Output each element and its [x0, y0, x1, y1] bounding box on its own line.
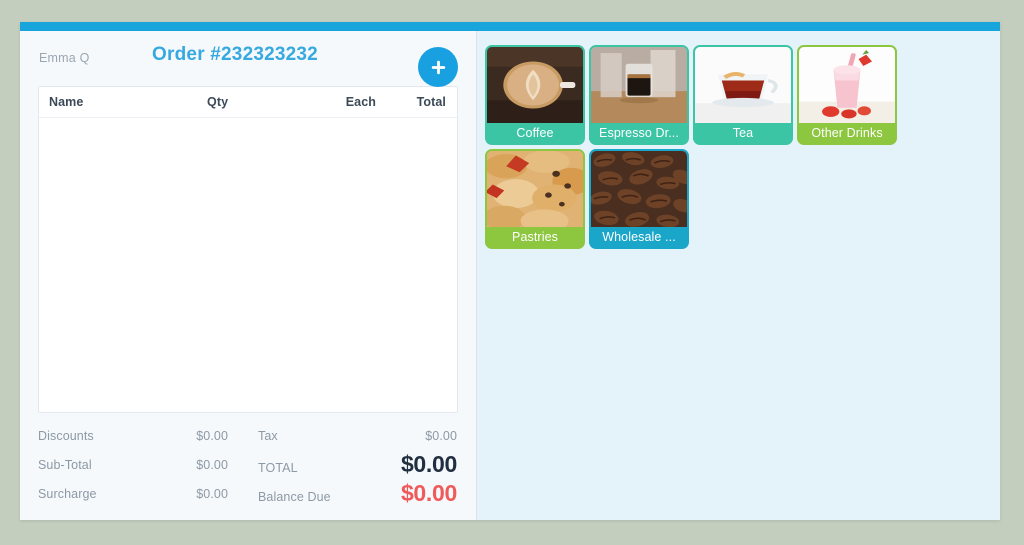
totals-cell-left: Sub-Total $0.00: [38, 458, 248, 472]
order-table-body[interactable]: [39, 118, 457, 412]
app-body: Emma Q Order #232323232 Name Qty Each To…: [20, 31, 1000, 520]
totals-cell-right: TOTAL $0.00: [248, 451, 457, 478]
coffee-beans-icon: [591, 151, 687, 227]
catalog-panel: Coffee Espresso Dr... Tea Other Drinks P…: [477, 31, 1000, 520]
totals-value-emphasis: $0.00: [400, 480, 457, 506]
category-tile-label: Coffee: [516, 126, 554, 140]
category-tile-label: Wholesale ...: [602, 230, 676, 244]
totals-label: Sub-Total: [38, 457, 92, 472]
category-tile-coffee[interactable]: Coffee: [485, 45, 585, 145]
order-header: Emma Q Order #232323232: [20, 31, 476, 87]
totals-row: Discounts $0.00 Tax $0.00: [38, 421, 458, 450]
totals-cell-left: Discounts $0.00: [38, 429, 248, 443]
order-table-header: Name Qty Each Total: [39, 87, 457, 118]
category-tile-other-drinks[interactable]: Other Drinks: [797, 45, 897, 145]
plus-icon: [430, 59, 447, 76]
category-tile-espresso-dr[interactable]: Espresso Dr...: [589, 45, 689, 145]
app-top-bar: [20, 22, 1000, 31]
column-header-each: Each: [345, 95, 376, 109]
category-tile-pastries[interactable]: Pastries: [485, 149, 585, 249]
totals-label: Tax: [258, 428, 278, 443]
category-tile-tea[interactable]: Tea: [693, 45, 793, 145]
totals-row: Surcharge $0.00 Balance Due $0.00: [38, 479, 458, 508]
order-totals: Discounts $0.00 Tax $0.00 Sub-Total $0.00 TOTA…: [20, 413, 476, 520]
category-tile-label: Other Drinks: [811, 126, 883, 140]
totals-label: Balance Due: [258, 490, 331, 504]
totals-value: $0.00: [425, 428, 457, 443]
totals-row: Sub-Total $0.00 TOTAL $0.00: [38, 450, 458, 479]
totals-value-emphasis: $0.00: [400, 451, 457, 477]
totals-label: TOTAL: [258, 461, 298, 475]
totals-value: $0.00: [196, 486, 228, 501]
category-tile-label: Espresso Dr...: [599, 126, 679, 140]
totals-cell-left: Surcharge $0.00: [38, 487, 248, 501]
milkshake-icon: [799, 47, 895, 123]
totals-label: Surcharge: [38, 486, 97, 501]
pastries-icon: [487, 151, 583, 227]
order-panel: Emma Q Order #232323232 Name Qty Each To…: [20, 31, 477, 520]
totals-value: $0.00: [196, 428, 228, 443]
category-tile-wholesale[interactable]: Wholesale ...: [589, 149, 689, 249]
column-header-qty: Qty: [207, 95, 229, 109]
category-grid: Coffee Espresso Dr... Tea Other Drinks P…: [485, 45, 999, 249]
totals-cell-right: Balance Due $0.00: [248, 480, 457, 507]
pos-app-window: Emma Q Order #232323232 Name Qty Each To…: [20, 22, 1000, 520]
tea-cup-icon: [695, 47, 791, 123]
add-item-button[interactable]: [418, 47, 458, 87]
order-title: Order #232323232: [152, 44, 318, 65]
totals-value: $0.00: [196, 457, 228, 472]
category-tile-label: Pastries: [512, 230, 558, 244]
espresso-shot-icon: [591, 47, 687, 123]
totals-label: Discounts: [38, 428, 94, 443]
order-items-table: Name Qty Each Total: [38, 86, 458, 413]
totals-cell-right: Tax $0.00: [248, 429, 457, 443]
column-header-name: Name: [49, 95, 84, 109]
category-tile-label: Tea: [732, 126, 754, 140]
latte-cup-icon: [487, 47, 583, 123]
column-header-total: Total: [416, 95, 446, 109]
